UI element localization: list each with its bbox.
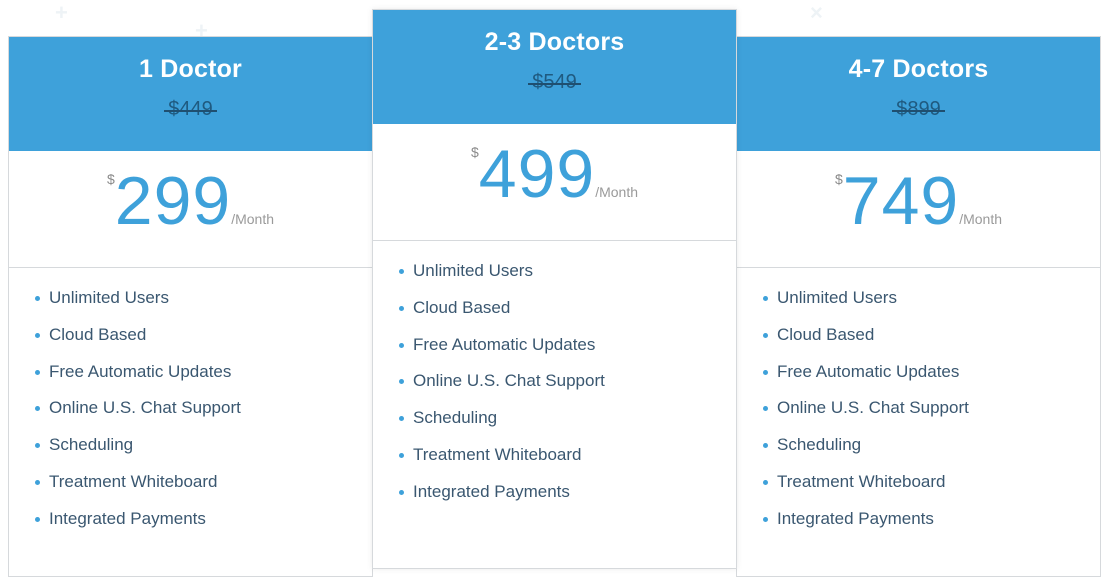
feature-item: Scheduling bbox=[399, 408, 736, 445]
old-price: $449 bbox=[164, 98, 217, 121]
price-amount: 499 bbox=[478, 136, 596, 212]
feature-item: Treatment Whiteboard bbox=[35, 472, 372, 509]
pricing-card-4-7-doctors[interactable]: 4-7 Doctors $899 $749/Month Unlimited Us… bbox=[736, 36, 1101, 577]
feature-list: Unlimited Users Cloud Based Free Automat… bbox=[373, 241, 736, 519]
feature-item: Scheduling bbox=[763, 435, 1100, 472]
feature-item: Online U.S. Chat Support bbox=[35, 398, 372, 435]
price-amount: 749 bbox=[842, 163, 960, 239]
feature-item: Free Automatic Updates bbox=[399, 335, 736, 372]
feature-list: Unlimited Users Cloud Based Free Automat… bbox=[737, 268, 1100, 546]
feature-item: Free Automatic Updates bbox=[763, 362, 1100, 399]
feature-item: Cloud Based bbox=[399, 298, 736, 335]
feature-item: Integrated Payments bbox=[399, 482, 736, 519]
feature-item: Unlimited Users bbox=[35, 288, 372, 325]
card-header: 1 Doctor $449 bbox=[9, 37, 372, 151]
feature-item: Cloud Based bbox=[763, 325, 1100, 362]
plan-name: 2-3 Doctors bbox=[484, 28, 625, 56]
price-period: /Month bbox=[231, 211, 275, 227]
feature-item: Integrated Payments bbox=[35, 509, 372, 546]
feature-item: Cloud Based bbox=[35, 325, 372, 362]
currency-symbol: $ bbox=[470, 144, 479, 160]
currency-symbol: $ bbox=[106, 171, 115, 187]
feature-list: Unlimited Users Cloud Based Free Automat… bbox=[9, 268, 372, 546]
price-period: /Month bbox=[595, 184, 639, 200]
old-price: $549 bbox=[528, 71, 581, 94]
background-plus-icon: + bbox=[55, 0, 68, 25]
feature-item: Scheduling bbox=[35, 435, 372, 472]
price-block: $749/Month bbox=[737, 151, 1100, 268]
feature-item: Unlimited Users bbox=[763, 288, 1100, 325]
price-period: /Month bbox=[959, 211, 1003, 227]
price-block: $499/Month bbox=[373, 124, 736, 241]
card-header: 2-3 Doctors $549 bbox=[373, 10, 736, 124]
card-header: 4-7 Doctors $899 bbox=[737, 37, 1100, 151]
feature-item: Unlimited Users bbox=[399, 261, 736, 298]
currency-symbol: $ bbox=[834, 171, 843, 187]
background-cross-icon: × bbox=[810, 0, 823, 25]
feature-item: Treatment Whiteboard bbox=[763, 472, 1100, 509]
plan-name: 4-7 Doctors bbox=[848, 55, 989, 83]
plan-name: 1 Doctor bbox=[138, 55, 242, 83]
pricing-card-2-3-doctors[interactable]: 2-3 Doctors $549 $499/Month Unlimited Us… bbox=[372, 9, 737, 569]
feature-item: Online U.S. Chat Support bbox=[399, 371, 736, 408]
feature-item: Treatment Whiteboard bbox=[399, 445, 736, 482]
feature-item: Integrated Payments bbox=[763, 509, 1100, 546]
feature-item: Free Automatic Updates bbox=[35, 362, 372, 399]
feature-item: Online U.S. Chat Support bbox=[763, 398, 1100, 435]
old-price: $899 bbox=[892, 98, 945, 121]
price-block: $299/Month bbox=[9, 151, 372, 268]
price-amount: 299 bbox=[114, 163, 232, 239]
pricing-card-1-doctor[interactable]: 1 Doctor $449 $299/Month Unlimited Users… bbox=[8, 36, 373, 577]
